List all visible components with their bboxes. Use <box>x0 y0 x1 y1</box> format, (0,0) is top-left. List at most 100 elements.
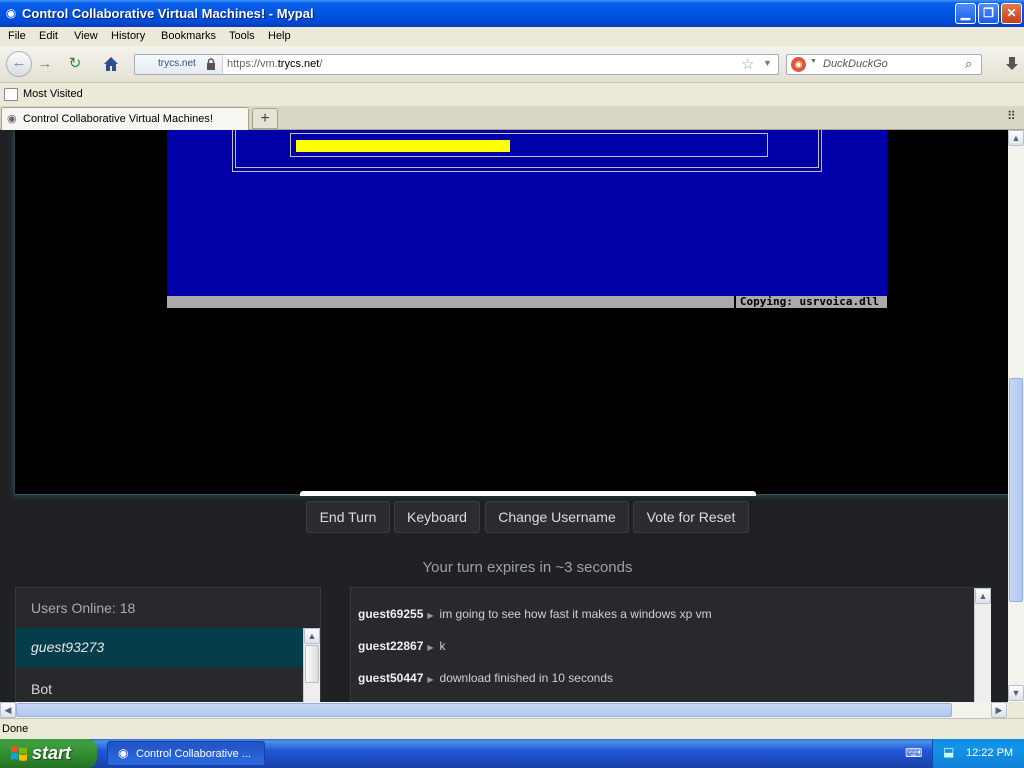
reload-button[interactable]: ↻ <box>63 53 87 75</box>
menu-tools[interactable]: Tools <box>229 30 255 42</box>
chat-arrow-icon: ▶ <box>427 611 434 620</box>
change-username-button[interactable]: Change Username <box>485 501 629 533</box>
identity-host: trycs.net <box>158 58 196 69</box>
search-engine-dropdown-icon[interactable]: ▼ <box>810 58 817 65</box>
bookmarks-toolbar: Most Visited <box>0 84 1024 106</box>
chat-scrollbar[interactable]: ▲ <box>974 588 991 702</box>
scroll-right-icon[interactable]: ▶ <box>991 702 1007 718</box>
search-input[interactable]: DuckDuckGo <box>823 58 888 70</box>
reload-icon: ↻ <box>68 55 82 72</box>
user-list-item[interactable]: Bot <box>31 681 52 697</box>
site-identity-button[interactable]: trycs.net <box>135 55 223 74</box>
menu-view[interactable]: View <box>74 30 98 42</box>
back-button[interactable]: ← <box>6 51 32 77</box>
close-button[interactable]: ✕ <box>1001 3 1022 24</box>
tab-list-icon[interactable]: ⠿ <box>1007 109 1016 123</box>
chat-text: k <box>439 639 446 653</box>
users-scrollbar[interactable]: ▲ <box>303 628 320 702</box>
tab-label: Control Collaborative Virtual Machines! <box>23 113 213 125</box>
start-button[interactable]: start <box>0 739 97 768</box>
windows-taskbar: start ◉ Control Collaborative ... ⌨ ⬓ 12… <box>0 739 1024 768</box>
window-title: Control Collaborative Virtual Machines! … <box>22 6 314 21</box>
forward-button[interactable]: → <box>33 53 57 75</box>
mypal-app-icon: ◉ <box>5 6 17 20</box>
turn-timer-message: Your turn expires in ~3 seconds <box>422 559 633 576</box>
search-box[interactable]: ◉ ▼ DuckDuckGo ⌕ <box>786 54 982 75</box>
menu-bookmarks[interactable]: Bookmarks <box>161 30 216 42</box>
lock-icon <box>207 58 215 70</box>
address-bar[interactable]: trycs.net https://vm.trycs.net/ ☆ ▼ <box>134 54 779 75</box>
page-vertical-scroll-thumb[interactable] <box>1009 378 1023 602</box>
download-icon <box>1006 57 1018 70</box>
url-history-dropdown-icon[interactable]: ▼ <box>763 58 772 68</box>
scroll-up-icon[interactable]: ▲ <box>304 628 320 644</box>
page-horizontal-scrollbar[interactable]: ◀ ▶ <box>0 702 1008 718</box>
bookmark-star-icon[interactable]: ☆ <box>741 55 754 73</box>
users-scroll-thumb[interactable] <box>305 645 319 683</box>
page-vertical-scrollbar[interactable]: ▲ ▼ <box>1008 130 1024 702</box>
setup-progress-box <box>290 133 768 157</box>
scroll-up-icon[interactable]: ▲ <box>975 588 991 604</box>
menu-bar: File Edit View History Bookmarks Tools H… <box>0 27 1024 46</box>
home-icon <box>104 57 118 71</box>
downloads-button[interactable] <box>1000 53 1024 75</box>
vote-for-reset-button[interactable]: Vote for Reset <box>633 501 749 533</box>
tab-active[interactable]: ◉ Control Collaborative Virtual Machines… <box>1 107 249 130</box>
setup-dialog-inner-frame <box>235 130 819 168</box>
mypal-taskbar-icon: ◉ <box>118 746 129 760</box>
minimize-button[interactable]: ▁ <box>955 3 976 24</box>
search-magnifier-icon[interactable]: ⌕ <box>965 56 972 72</box>
clock[interactable]: 12:22 PM <box>966 747 1013 759</box>
menu-help[interactable]: Help <box>268 30 291 42</box>
browser-status-bar: Done <box>0 718 1024 739</box>
vm-display[interactable]: Copying: usrvoica.dll <box>14 130 1008 496</box>
chat-username: guest22867 <box>358 639 424 653</box>
plus-icon: + <box>260 110 270 127</box>
end-turn-button[interactable]: End Turn <box>306 501 390 533</box>
scroll-left-icon[interactable]: ◀ <box>0 702 16 718</box>
setup-dialog-frame <box>232 130 822 172</box>
home-button[interactable] <box>99 53 123 75</box>
taskbar-window-button[interactable]: ◉ Control Collaborative ... <box>107 741 265 766</box>
chat-message: guest50447 ▶ download finished in 10 secon… <box>358 671 613 685</box>
menu-history[interactable]: History <box>111 30 145 42</box>
back-arrow-icon: ← <box>11 54 27 71</box>
start-label: start <box>32 743 72 763</box>
page-horizontal-scroll-thumb[interactable] <box>16 703 952 717</box>
most-visited-bookmark[interactable]: Most Visited <box>23 88 83 100</box>
restore-button[interactable]: ❐ <box>978 3 999 24</box>
scroll-down-icon[interactable]: ▼ <box>1008 685 1024 701</box>
user-list-item-self[interactable]: guest93273 <box>16 628 303 667</box>
menu-edit[interactable]: Edit <box>39 30 58 42</box>
url-domain: trycs.net <box>277 58 320 70</box>
url-suffix: / <box>319 58 323 70</box>
chat-username: guest50447 <box>358 671 424 685</box>
menu-file[interactable]: File <box>8 30 26 42</box>
setup-status-bar: Copying: usrvoica.dll <box>167 296 887 308</box>
keyboard-button[interactable]: Keyboard <box>394 501 480 533</box>
status-text: Done <box>2 723 29 735</box>
users-panel: Users Online: 18 guest93273 Bot ▲ <box>15 587 321 702</box>
chat-text: im going to see how fast it makes a wind… <box>439 607 712 621</box>
most-visited-icon <box>4 88 18 101</box>
chat-message: guest69255 ▶ im going to see how fast it m… <box>358 607 712 621</box>
windows-logo-icon <box>11 746 27 761</box>
page-content: Copying: usrvoica.dll End Turn Keyboard … <box>0 130 1008 702</box>
window-titlebar: ◉ Control Collaborative Virtual Machines… <box>0 0 1024 27</box>
setup-copy-status: Copying: usrvoica.dll <box>733 296 887 308</box>
new-tab-button[interactable]: + <box>252 108 278 129</box>
chat-text: download finished in 10 seconds <box>439 671 613 685</box>
scroll-up-icon[interactable]: ▲ <box>1008 130 1024 146</box>
user-name: guest93273 <box>31 639 105 655</box>
duckduckgo-icon[interactable]: ◉ <box>791 57 806 72</box>
network-icon[interactable]: ⬓ <box>943 745 954 759</box>
chat-arrow-icon: ▶ <box>427 643 434 652</box>
keyboard-layout-icon[interactable]: ⌨ <box>905 746 922 760</box>
chat-username: guest69255 <box>358 607 424 621</box>
system-tray: ⬓ 12:22 PM <box>932 739 1024 768</box>
chat-message: guest22867 ▶ k <box>358 639 446 653</box>
url-prefix: https://vm. <box>227 58 278 70</box>
chat-arrow-icon: ▶ <box>427 675 434 684</box>
url-text[interactable]: https://vm.trycs.net/ <box>227 58 322 70</box>
setup-progress-fill <box>296 140 510 152</box>
